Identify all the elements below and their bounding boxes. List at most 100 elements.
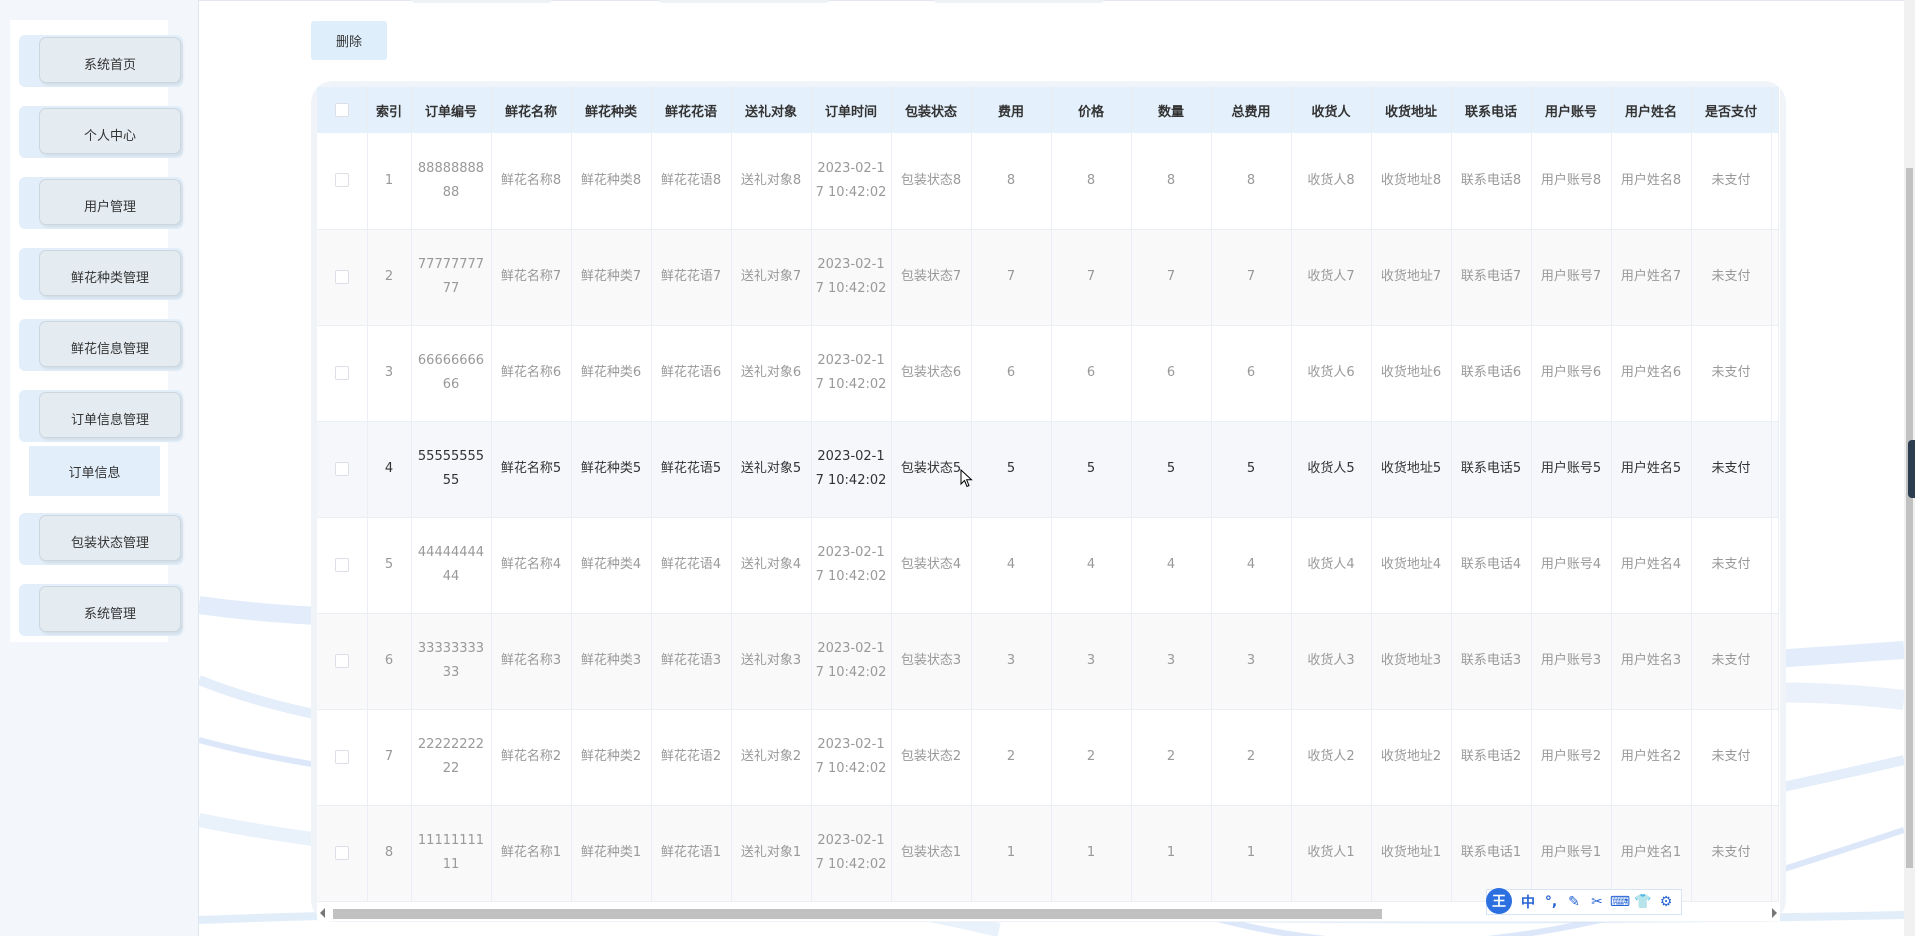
table-cell: 收货人8 [1291,133,1372,230]
row-checkbox[interactable] [334,173,349,188]
column-header[interactable]: 订单编号 [411,87,492,133]
sidebar-item-users[interactable]: 用户管理 [19,177,183,229]
table-cell: 联系电话1 [1451,805,1532,902]
column-header[interactable]: 鲜花花语 [651,87,732,133]
table-cell: 7 [1211,229,1292,326]
table-cell: 收货人4 [1291,517,1372,614]
column-header[interactable]: 订单时间 [811,87,892,133]
table-cell: 8 [971,133,1052,230]
table-cell: 鲜花名称2 [491,709,572,806]
sidebar-item-profile[interactable]: 个人中心 [19,106,183,158]
keyboard-icon[interactable]: ⌨ [1609,891,1631,913]
sidebar-item-label: 个人中心 [39,108,181,154]
column-header[interactable]: 用户姓名 [1611,87,1692,133]
sidebar-subitem-order-info[interactable]: 订单信息 [29,446,160,496]
table-cell: 2023-02-17 10:42:02 [811,517,892,614]
column-header[interactable]: 联系电话 [1451,87,1532,133]
column-header[interactable]: 费用 [971,87,1052,133]
column-header[interactable]: 数量 [1131,87,1212,133]
horizontal-scroll-thumb[interactable] [333,909,1382,919]
table-cell: 鲜花花语8 [651,133,732,230]
table-row[interactable]: 5 4444444444 鲜花名称4 鲜花种类4 鲜花花语4 送礼对象4 2023-02-1… [317,517,1779,614]
sidebar-item-orders[interactable]: 订单信息管理 [19,390,183,442]
select-all-cell [317,87,368,133]
table-cell: 2023-02-17 10:42:02 [811,805,892,902]
row-checkbox[interactable] [334,845,349,860]
side-handle[interactable] [1908,440,1915,498]
table-cell: 收货地址8 [1371,133,1452,230]
column-header[interactable]: 索引 [367,87,412,133]
screenshot-icon[interactable]: ✂ [1586,891,1608,913]
table-card: 索引 订单编号 鲜花名称 鲜花种类 鲜花花语 送礼对象 订单时间 包装状态 费用 价格 数量 总费用收… [311,81,1786,922]
table-cell: 2 [1211,709,1292,806]
skin-icon[interactable]: 👕 [1632,891,1654,913]
table-cell: 未支付 [1691,517,1772,614]
column-header[interactable]: 收货人 [1291,87,1372,133]
table-cell: 鲜花名称1 [491,805,572,902]
table-row[interactable]: 8 1111111111 鲜花名称1 鲜花种类1 鲜花花语1 送礼对象1 2023-02-1… [317,805,1779,902]
table-cell: 送礼对象6 [731,325,812,422]
table-cell: 鲜花名称8 [491,133,572,230]
punctuation-icon[interactable]: °, [1540,891,1562,913]
table-cell: 7 [1131,229,1212,326]
handwriting-icon[interactable]: ✎ [1563,891,1585,913]
table-row[interactable]: 4 5555555555 鲜花名称5 鲜花种类5 鲜花花语5 送礼对象5 2023-02-1… [317,421,1779,518]
table-cell: 鲜花种类3 [571,613,652,710]
mouse-pointer-icon [960,469,973,488]
sidebar-item-home[interactable]: 系统首页 [19,35,183,87]
order-table: 索引 订单编号 鲜花名称 鲜花种类 鲜花花语 送礼对象 订单时间 包装状态 费用 价格 数量 总费用收… [317,87,1779,902]
table-cell: 收货地址6 [1371,325,1452,422]
sidebar: 系统首页 个人中心 用户管理 鲜花种类管理 鲜花信息管理 订单信息管理 订单信息… [0,0,199,936]
column-header[interactable]: 是否支付 [1691,87,1772,133]
table-cell: 4 [1211,517,1292,614]
table-cell: 2023-02-17 10:42:02 [811,229,892,326]
table-row[interactable]: 6 3333333333 鲜花名称3 鲜花种类3 鲜花花语3 送礼对象3 2023-02-1… [317,613,1779,710]
row-select-cell [317,421,368,518]
column-header[interactable]: 收货地址 [1371,87,1452,133]
table-row[interactable]: 7 2222222222 鲜花名称2 鲜花种类2 鲜花花语2 送礼对象2 2023-02-1… [317,709,1779,806]
scroll-left-arrow-icon[interactable] [320,908,325,918]
sidebar-item-packaging[interactable]: 包装状态管理 [19,513,183,565]
row-checkbox[interactable] [334,461,349,476]
column-header[interactable]: 包装状态 [891,87,972,133]
sidebar-item-label: 用户管理 [39,179,181,225]
table-cell: 5 [971,421,1052,518]
settings-icon[interactable]: ⚙ [1655,891,1677,913]
column-header[interactable]: 用户账号 [1531,87,1612,133]
ime-logo-icon[interactable]: 王 [1486,888,1512,914]
row-checkbox[interactable] [334,557,349,572]
table-cell: 鲜花花语5 [651,421,732,518]
table-cell: 未支付 [1691,613,1772,710]
table-cell: 联系电话5 [1451,421,1532,518]
table-cell: 用户姓名8 [1611,133,1692,230]
table-cell: 3 [971,613,1052,710]
delete-button[interactable]: 删除 [311,21,387,60]
table-row[interactable]: 2 7777777777 鲜花名称7 鲜花种类7 鲜花花语7 送礼对象7 2023-02-1… [317,229,1779,326]
table-cell: 用户姓名3 [1611,613,1692,710]
row-checkbox[interactable] [334,365,349,380]
column-header[interactable]: 鲜花种类 [571,87,652,133]
table-cell: 3 [367,325,412,422]
column-header[interactable]: 送礼对象 [731,87,812,133]
vertical-scroll-thumb[interactable] [1906,168,1913,868]
table-cell-overflow [1771,613,1779,710]
select-all-checkbox[interactable] [334,103,349,117]
table-cell: 联系电话8 [1451,133,1532,230]
table-cell: 用户姓名5 [1611,421,1692,518]
column-header[interactable]: 鲜花名称 [491,87,572,133]
top-input-fragment [659,0,829,3]
chinese-mode-icon[interactable]: 中 [1517,891,1539,913]
table-cell: 用户姓名6 [1611,325,1692,422]
row-checkbox[interactable] [334,269,349,284]
row-checkbox[interactable] [334,653,349,668]
sidebar-item-flower-types[interactable]: 鲜花种类管理 [19,248,183,300]
table-row[interactable]: 1 8888888888 鲜花名称8 鲜花种类8 鲜花花语8 送礼对象8 2023-02-1… [317,133,1779,230]
scroll-right-arrow-icon[interactable] [1772,908,1777,918]
column-header[interactable]: 价格 [1051,87,1132,133]
sidebar-item-flower-info[interactable]: 鲜花信息管理 [19,319,183,371]
row-checkbox[interactable] [334,749,349,764]
table-row[interactable]: 3 6666666666 鲜花名称6 鲜花种类6 鲜花花语6 送礼对象6 2023-02-1… [317,325,1779,422]
column-header[interactable]: 总费用 [1211,87,1292,133]
sidebar-item-system[interactable]: 系统管理 [19,584,183,636]
table-cell: 3 [1131,613,1212,710]
